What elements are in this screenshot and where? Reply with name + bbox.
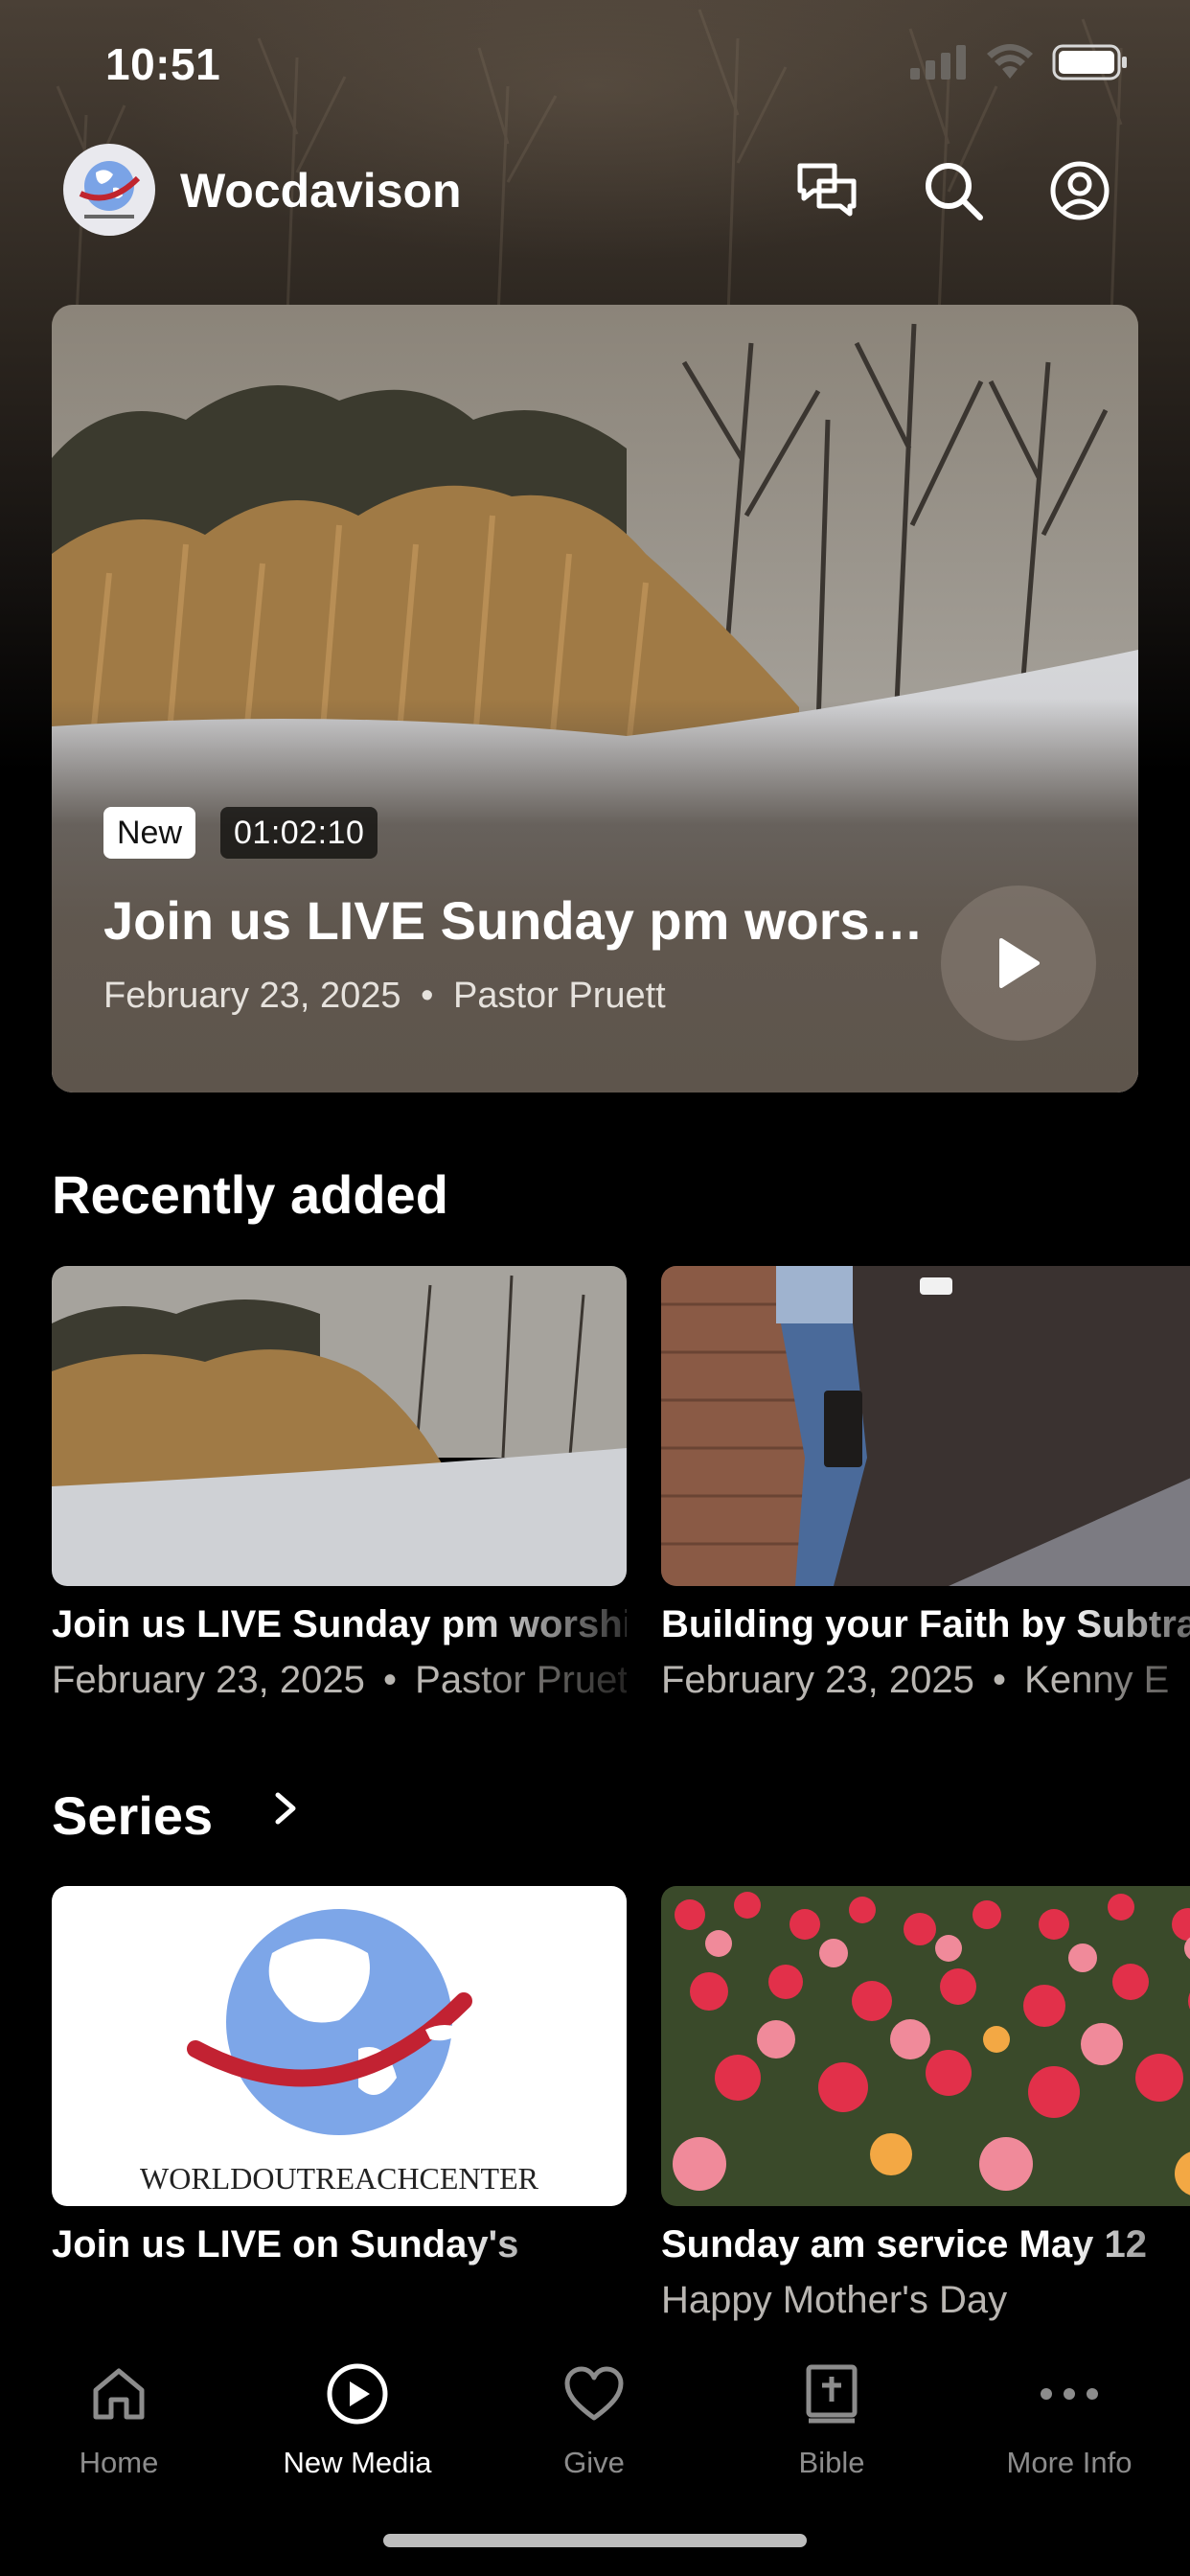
- world-outreach-logo: WORLDOUTREACHCENTER: [140, 1909, 539, 2196]
- tab-label: Give: [563, 2446, 625, 2479]
- series-title: Join us LIVE on Sunday's: [52, 2223, 519, 2266]
- wifi-icon: [987, 44, 1033, 79]
- series-title: Sunday am service May 12: [661, 2223, 1147, 2266]
- play-circle-icon: [327, 2363, 388, 2425]
- media-title: Building your Faith by Subtraction: [661, 1603, 1190, 1645]
- heart-icon: [564, 2366, 624, 2421]
- meta-separator: •: [383, 1659, 398, 1701]
- media-date: February 23, 2025: [661, 1659, 974, 1701]
- media-meta: February 23, 2025 • Pastor Pruett: [52, 1659, 627, 1702]
- media-author: Pastor Pruett: [415, 1659, 627, 1701]
- chevron-right-icon: [275, 1792, 296, 1825]
- globe-logo-icon: [79, 161, 141, 218]
- church-logo[interactable]: [63, 144, 155, 236]
- media-meta: February 23, 2025 • Kenny E: [661, 1659, 1190, 1702]
- tab-new-media[interactable]: New Media: [252, 2356, 463, 2490]
- search-button[interactable]: [920, 157, 987, 224]
- app-title: Wocdavison: [180, 164, 462, 218]
- media-date: February 23, 2025: [52, 1659, 365, 1701]
- new-badge: New: [103, 807, 196, 859]
- status-time: 10:51: [105, 39, 221, 89]
- media-thumbnail: [661, 1266, 1190, 1586]
- profile-icon: [1050, 161, 1110, 220]
- series-see-all-button[interactable]: [272, 1786, 299, 1839]
- tab-label: More Info: [1006, 2446, 1133, 2479]
- media-thumbnail: [52, 1266, 627, 1586]
- hero-meta: February 23, 2025 • Pastor Pruett: [103, 976, 666, 1017]
- series-thumbnail: WORLDOUTREACHCENTER: [52, 1886, 627, 2206]
- chat-button[interactable]: [793, 157, 860, 224]
- play-button[interactable]: [941, 886, 1096, 1041]
- play-icon: [999, 938, 1040, 988]
- series-subtitle: Happy Mother's Day: [661, 2279, 1008, 2321]
- tab-label: Bible: [798, 2446, 865, 2479]
- app-header: Wocdavison: [0, 142, 1190, 238]
- tab-give[interactable]: Give: [489, 2356, 699, 2490]
- tab-label: Home: [79, 2446, 159, 2479]
- chat-icon: [797, 163, 857, 217]
- home-indicator[interactable]: [383, 2534, 807, 2547]
- more-icon: [1041, 2388, 1098, 2400]
- tab-more-info[interactable]: More Info: [964, 2356, 1175, 2490]
- home-icon: [93, 2368, 145, 2420]
- cellular-signal-icon: [910, 45, 966, 80]
- series-heading[interactable]: Series: [52, 1784, 213, 1847]
- series-logo-text: WORLDOUTREACHCENTER: [140, 2161, 539, 2196]
- hero-title: Join us LIVE Sunday pm worship: [103, 890, 947, 951]
- meta-separator: •: [421, 976, 434, 1016]
- tab-home[interactable]: Home: [13, 2356, 224, 2490]
- profile-button[interactable]: [1046, 157, 1113, 224]
- search-icon: [926, 163, 983, 220]
- series-thumbnail: [661, 1886, 1190, 2206]
- tab-label: New Media: [283, 2446, 432, 2479]
- hero-author: Pastor Pruett: [452, 976, 666, 1016]
- recently-added-heading: Recently added: [52, 1164, 448, 1225]
- featured-media-card[interactable]: New 01:02:10 Join us LIVE Sunday pm wors…: [52, 305, 1138, 1092]
- meta-separator: •: [993, 1659, 1007, 1701]
- status-bar: 10:51: [0, 0, 1190, 125]
- media-author: Kenny E: [1024, 1659, 1170, 1701]
- hero-date: February 23, 2025: [103, 976, 401, 1016]
- media-title: Join us LIVE Sunday pm worship: [52, 1603, 627, 1645]
- battery-icon: [1052, 44, 1127, 80]
- tab-bible[interactable]: Bible: [726, 2356, 937, 2490]
- bible-icon: [806, 2364, 858, 2424]
- duration-badge: 01:02:10: [220, 807, 378, 859]
